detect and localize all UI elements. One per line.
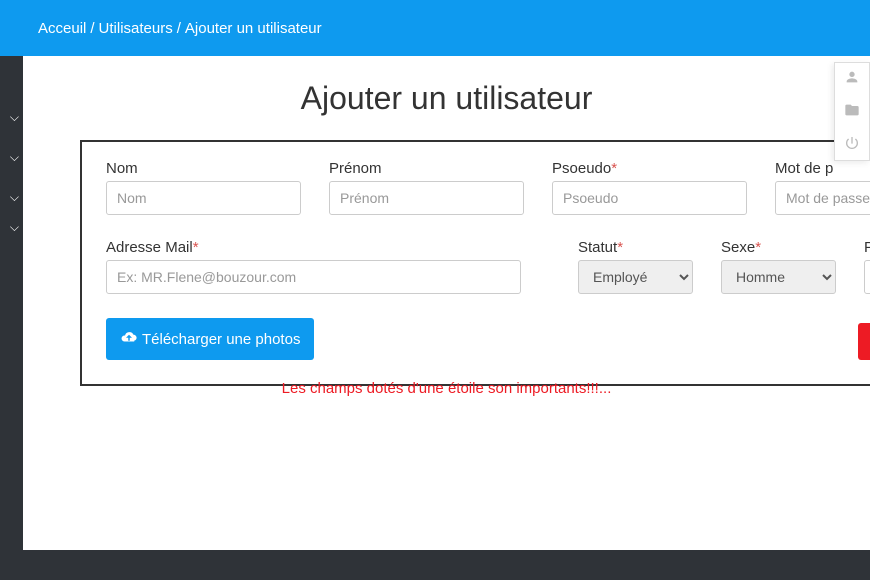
chevron-down-icon[interactable]: ⌵ (10, 150, 19, 165)
bottom-strip (0, 550, 870, 580)
sidebar: ⌵ ⌵ ⌵ ⌵ (0, 0, 23, 580)
upload-photo-button[interactable]: Télécharger une photos (106, 318, 314, 360)
chevron-down-icon[interactable]: ⌵ (10, 220, 19, 235)
statut-label: Statut* (578, 239, 693, 256)
cancel-button[interactable]: Annuler (858, 323, 870, 360)
breadcrumb: Acceuil / Utilisateurs / Ajouter un util… (23, 0, 870, 56)
breadcrumb-users[interactable]: Utilisateurs (99, 20, 173, 37)
poste-input[interactable] (864, 260, 870, 294)
power-icon[interactable] (844, 135, 860, 154)
statut-select[interactable]: Employé (578, 260, 693, 294)
pseudo-label: Psoeudo* (552, 160, 747, 177)
pseudo-input[interactable] (552, 181, 747, 215)
breadcrumb-home[interactable]: Acceuil (38, 20, 86, 37)
sexe-label: Sexe* (721, 239, 836, 256)
form-footnote: Les champs dotés d'une étoile son import… (23, 380, 870, 397)
mdp-label: Mot de p (775, 160, 870, 177)
mdp-input[interactable] (775, 181, 870, 215)
sexe-select[interactable]: Homme (721, 260, 836, 294)
nom-input[interactable] (106, 181, 301, 215)
folder-icon[interactable] (844, 102, 860, 121)
page-title: Ajouter un utilisateur (23, 80, 870, 117)
email-label: Adresse Mail* (106, 239, 521, 256)
email-input[interactable] (106, 260, 521, 294)
chevron-down-icon[interactable]: ⌵ (10, 190, 19, 205)
prenom-input[interactable] (329, 181, 524, 215)
prenom-label: Prénom (329, 160, 524, 177)
nom-label: Nom (106, 160, 301, 177)
cloud-upload-icon (120, 328, 138, 350)
add-user-form: Nom Prénom Psoeudo* Mot de p Adresse Mai… (80, 140, 870, 386)
breadcrumb-sep: / (177, 20, 181, 37)
sidebar-brand[interactable] (0, 0, 23, 56)
poste-label: Pos (864, 239, 870, 256)
user-menu-panel (834, 62, 870, 161)
chevron-down-icon[interactable]: ⌵ (10, 110, 19, 125)
breadcrumb-current: Ajouter un utilisateur (185, 20, 322, 37)
breadcrumb-sep: / (90, 20, 94, 37)
user-icon[interactable] (844, 69, 860, 88)
